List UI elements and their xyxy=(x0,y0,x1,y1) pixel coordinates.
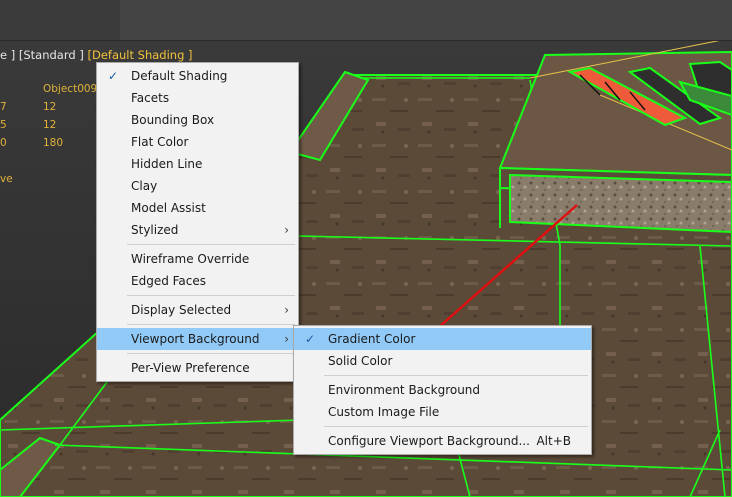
submenu-item-environment-background[interactable]: Environment Background xyxy=(294,379,591,401)
submenu-item-label: Gradient Color xyxy=(328,332,416,346)
menu-separator xyxy=(127,324,295,325)
menu-item-clay[interactable]: Clay xyxy=(97,175,298,197)
menu-item-label: Per-View Preference xyxy=(131,361,250,375)
menu-item-label: Viewport Background xyxy=(131,332,260,346)
menu-item-per-view-preference[interactable]: Per-View Preference xyxy=(97,357,298,379)
menu-item-wireframe-override[interactable]: Wireframe Override xyxy=(97,248,298,270)
menu-item-label: Default Shading xyxy=(131,69,228,83)
submenu-item-label: Solid Color xyxy=(328,354,393,368)
menu-item-label: Display Selected xyxy=(131,303,232,317)
menu-item-label: Flat Color xyxy=(131,135,189,149)
menu-separator xyxy=(324,426,588,427)
submenu-item-label: Configure Viewport Background... xyxy=(328,434,530,448)
menu-item-label: Clay xyxy=(131,179,158,193)
menu-item-flat-color[interactable]: Flat Color xyxy=(97,131,298,153)
stats-row xyxy=(0,152,97,170)
menu-item-facets[interactable]: Facets xyxy=(97,87,298,109)
stats-row: 0 180 xyxy=(0,134,97,152)
menu-separator xyxy=(127,353,295,354)
menu-item-label: Bounding Box xyxy=(131,113,215,127)
menu-item-bounding-box[interactable]: Bounding Box xyxy=(97,109,298,131)
submenu-item-custom-image-file[interactable]: Custom Image File xyxy=(294,401,591,423)
stats-value: 180 xyxy=(43,137,64,149)
viewport-background-submenu: ✓ Gradient Color Solid Color Environment… xyxy=(293,325,592,455)
menu-item-label: Model Assist xyxy=(131,201,206,215)
menu-item-label: Edged Faces xyxy=(131,274,207,288)
stats-value: 12 xyxy=(43,119,57,131)
chevron-right-icon: › xyxy=(284,332,289,346)
menu-item-viewport-background[interactable]: Viewport Background › xyxy=(97,328,298,350)
viewport-label-standard[interactable]: [Standard ] xyxy=(19,48,84,62)
stats-value: 12 xyxy=(43,101,57,113)
top-toolbar xyxy=(0,0,732,41)
stats-panel: Object009 7 12 5 12 0 180 ve xyxy=(0,80,97,188)
menu-item-stylized[interactable]: Stylized › xyxy=(97,219,298,241)
stats-row: ve xyxy=(0,170,97,188)
viewport-label[interactable]: e ] [Standard ] [Default Shading ] xyxy=(0,48,193,62)
stats-row: 7 12 xyxy=(0,98,97,116)
menu-item-label: Stylized xyxy=(131,223,179,237)
menu-separator xyxy=(127,244,295,245)
stats-row: 5 12 xyxy=(0,116,97,134)
stats-row: Object009 xyxy=(0,80,97,98)
menu-separator xyxy=(127,295,295,296)
menu-item-model-assist[interactable]: Model Assist xyxy=(97,197,298,219)
submenu-item-gradient-color[interactable]: ✓ Gradient Color xyxy=(294,328,591,350)
shortcut-label: Alt+B xyxy=(536,434,571,448)
viewport-label-shading[interactable]: [Default Shading ] xyxy=(87,48,192,62)
chevron-right-icon: › xyxy=(284,303,289,317)
menu-separator xyxy=(324,375,588,376)
chevron-right-icon: › xyxy=(284,223,289,237)
toolbar-dim-region xyxy=(0,0,120,40)
menu-item-edged-faces[interactable]: Edged Faces xyxy=(97,270,298,292)
stats-key: ve xyxy=(0,173,13,185)
menu-item-label: Wireframe Override xyxy=(131,252,250,266)
menu-item-label: Facets xyxy=(131,91,170,105)
submenu-item-label: Environment Background xyxy=(328,383,481,397)
viewport-label-prefix[interactable]: e ] xyxy=(0,48,15,62)
stats-value: Object009 xyxy=(43,83,98,95)
menu-item-display-selected[interactable]: Display Selected › xyxy=(97,299,298,321)
menu-item-label: Hidden Line xyxy=(131,157,203,171)
check-icon: ✓ xyxy=(304,332,316,346)
platform-gravel xyxy=(509,173,732,234)
check-icon: ✓ xyxy=(107,69,119,83)
submenu-item-label: Custom Image File xyxy=(328,405,440,419)
menu-item-hidden-line[interactable]: Hidden Line xyxy=(97,153,298,175)
stats-key: 7 xyxy=(0,101,7,113)
stats-key: 5 xyxy=(0,119,7,131)
submenu-item-solid-color[interactable]: Solid Color xyxy=(294,350,591,372)
stats-key: 0 xyxy=(0,137,7,149)
menu-item-default-shading[interactable]: ✓ Default Shading xyxy=(97,65,298,87)
submenu-item-configure-viewport-background[interactable]: Configure Viewport Background... Alt+B xyxy=(294,430,591,452)
shading-context-menu: ✓ Default Shading Facets Bounding Box Fl… xyxy=(96,62,299,382)
